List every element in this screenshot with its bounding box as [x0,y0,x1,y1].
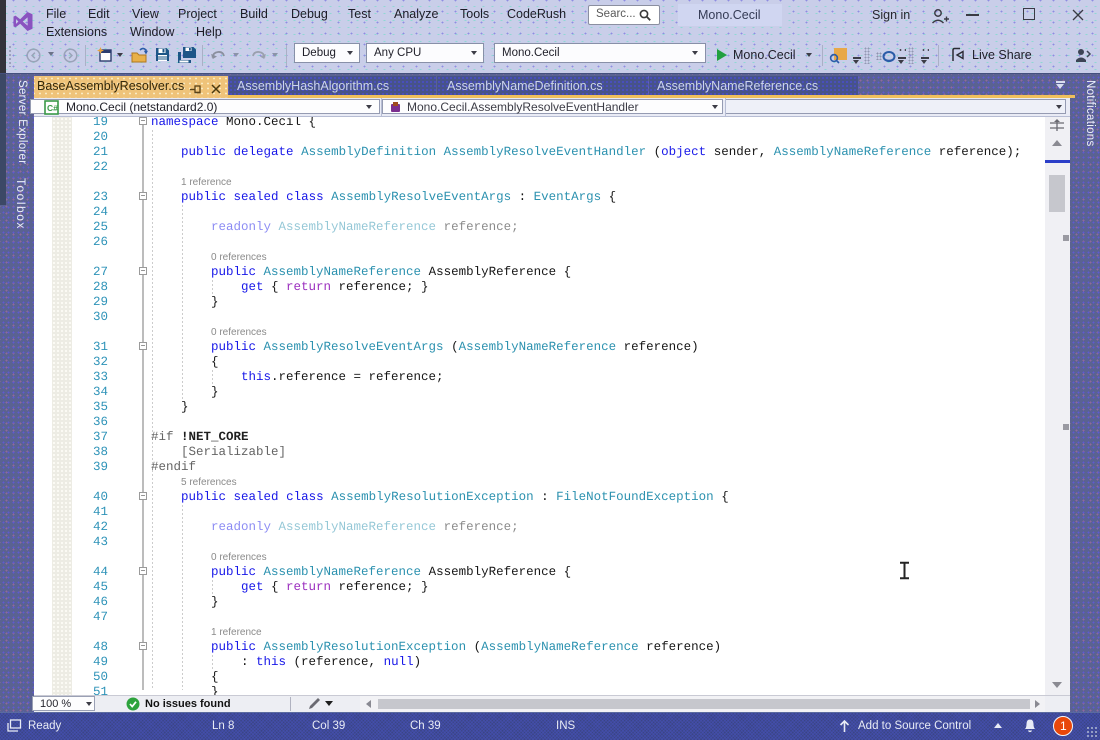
svg-text:C#: C# [47,103,58,113]
